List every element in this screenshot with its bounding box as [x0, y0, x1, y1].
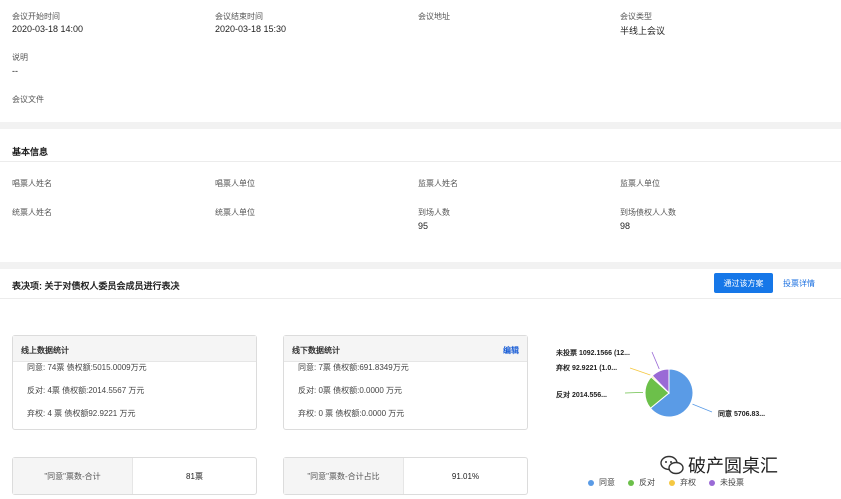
meeting-desc-value: --: [12, 66, 18, 76]
online-oppose: 反对: 4票 债权额:2014.5567 万元: [27, 386, 145, 395]
creditor-attendees-value: 98: [620, 221, 631, 231]
legend-agree[interactable]: 同意: [588, 477, 615, 488]
offline-oppose: 反对: 0票 债权额:0.0000 万元: [298, 386, 403, 395]
legend-dot: [709, 479, 715, 486]
legend-dot: [628, 479, 634, 486]
meeting-address-label: 会议地址: [418, 12, 450, 21]
supervisor-unit-label: 监票人单位: [620, 179, 660, 188]
agree-total-label: "同意"票数-合计: [13, 458, 133, 494]
attendees-value: 95: [418, 221, 429, 231]
meeting-start-label: 会议开始时间: [12, 12, 60, 21]
pie-label-abstain: 弃权 92.9221 (1.0...: [556, 365, 618, 372]
agree-ratio-value: 91.01%: [451, 471, 480, 481]
legend-unvoted[interactable]: 未投票: [709, 477, 744, 488]
agree-ratio-row: "同意"票数-合计占比 91.01%: [283, 457, 528, 495]
wechat-icon: [660, 455, 684, 475]
creditor-attendees-label: 到场债权人人数: [620, 208, 676, 217]
supervisor-name-label: 监票人姓名: [418, 179, 458, 188]
pie-leader-2: [629, 367, 651, 376]
pie-leader-0: [692, 403, 713, 413]
offline-abstain: 弃权: 0 票 债权额:0.0000 万元: [298, 409, 405, 418]
online-stats-card: 线上数据统计 同意: 74票 债权额:5015.0009万元 反对: 4票 债权…: [12, 335, 257, 430]
legend-label: 反对: [639, 478, 655, 487]
meeting-type-label: 会议类型: [620, 12, 652, 21]
agree-total-row: "同意"票数-合计 81票: [12, 457, 257, 495]
legend-abstain[interactable]: 弃权: [669, 477, 696, 488]
caller-unit-label: 唱票人单位: [215, 179, 255, 188]
meeting-type-value: 半线上会议: [620, 26, 666, 36]
meeting-start-value: 2020-03-18 14:00: [12, 24, 84, 34]
legend-dot: [669, 479, 675, 486]
divider: [0, 161, 841, 162]
meeting-end-value: 2020-03-18 15:30: [215, 24, 287, 34]
meeting-file-label: 会议文件: [12, 95, 44, 104]
counter-name-label: 统票人姓名: [12, 208, 52, 217]
online-agree: 同意: 74票 债权额:5015.0009万元: [27, 363, 147, 372]
legend-label: 同意: [599, 478, 615, 487]
offline-agree: 同意: 7票 债权额:691.8349万元: [298, 363, 409, 372]
agree-ratio-label: "同意"票数-合计占比: [284, 458, 404, 494]
online-abstain: 弃权: 4 票 债权额92.9221 万元: [27, 409, 136, 418]
offline-stats-title: 线下数据统计: [284, 336, 527, 362]
pie-label-unvoted: 未投票 1092.1566 (12...: [556, 350, 630, 357]
caller-name-label: 唱票人姓名: [12, 179, 52, 188]
divider: [0, 298, 841, 299]
section-separator: [0, 262, 841, 269]
resolution-title: 表决项: 关于对债权人委员会成员进行表决: [12, 281, 180, 291]
pie-label-agree: 同意 5706.83...: [718, 411, 766, 418]
vote-detail-link[interactable]: 投票详情: [783, 278, 815, 289]
meeting-desc-label: 说明: [12, 53, 28, 62]
pie-label-oppose: 反对 2014.556...: [556, 392, 607, 399]
legend-label: 弃权: [680, 478, 696, 487]
legend-label: 未投票: [720, 478, 744, 487]
watermark: 破产圆桌汇: [660, 452, 778, 478]
offline-stats-card: 线下数据统计 编辑 同意: 7票 债权额:691.8349万元 反对: 0票 债…: [283, 335, 528, 430]
basic-info-title: 基本信息: [12, 147, 49, 157]
legend-dot: [588, 479, 594, 486]
edit-offline-button[interactable]: 编辑: [503, 345, 519, 356]
counter-unit-label: 统票人单位: [215, 208, 255, 217]
pie-leader-3: [651, 351, 660, 370]
pass-plan-button[interactable]: 通过该方案: [714, 273, 773, 293]
section-separator: [0, 122, 841, 129]
pie-leader-1: [624, 391, 644, 394]
meeting-end-label: 会议结束时间: [215, 12, 263, 21]
online-stats-title: 线上数据统计: [13, 336, 256, 362]
agree-total-value: 81票: [186, 471, 203, 481]
legend-oppose[interactable]: 反对: [628, 477, 655, 488]
watermark-text: 破产圆桌汇: [688, 456, 778, 476]
attendees-label: 到场人数: [418, 208, 450, 217]
